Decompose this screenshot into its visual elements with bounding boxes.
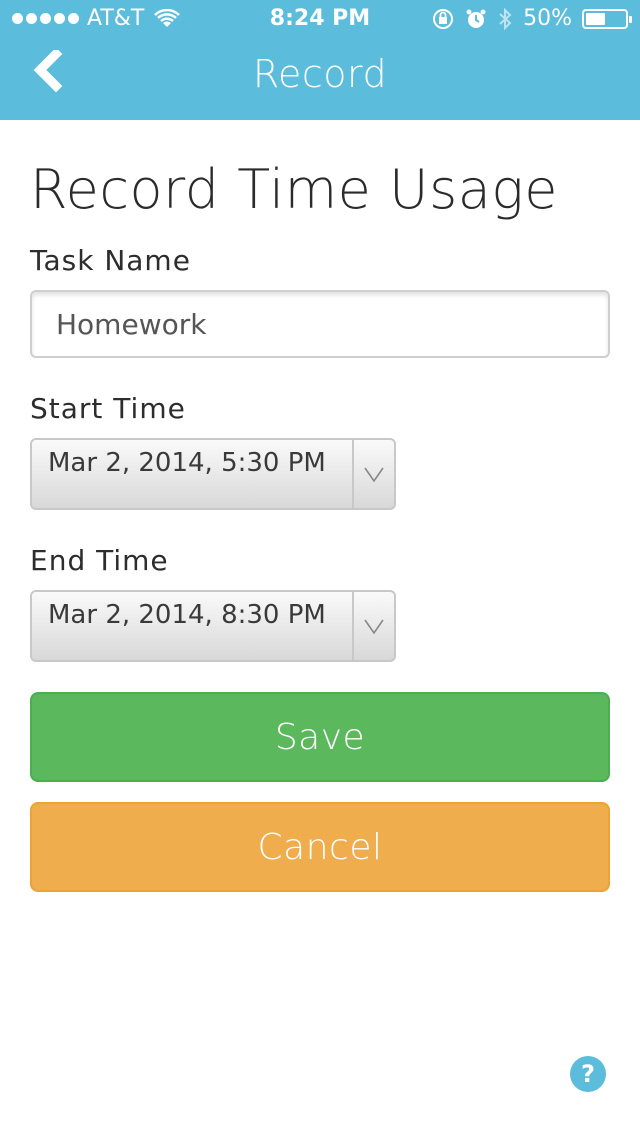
battery-percent: 50%	[523, 6, 572, 31]
cancel-button[interactable]: Cancel	[30, 802, 610, 892]
end-time-label: End Time	[30, 544, 169, 577]
end-time-dropdown[interactable]	[352, 592, 394, 660]
task-name-label: Task Name	[30, 244, 191, 277]
start-time-label: Start Time	[30, 392, 186, 425]
battery-fill	[586, 12, 605, 25]
rotation-lock-icon	[433, 8, 454, 29]
question-icon: ?	[581, 1060, 595, 1088]
start-time-value: Mar 2, 2014, 5:30 PM	[48, 448, 326, 478]
battery-icon	[582, 8, 632, 29]
task-name-input[interactable]	[30, 290, 610, 358]
chevron-down-icon	[364, 467, 384, 483]
start-time-dropdown[interactable]	[352, 440, 394, 508]
end-time-select[interactable]: Mar 2, 2014, 8:30 PM	[30, 590, 396, 662]
help-button[interactable]: ?	[570, 1056, 606, 1092]
header-bar: AT&T 8:24 PM 50% Record	[0, 0, 640, 120]
status-right: 50%	[431, 6, 632, 31]
save-button[interactable]: Save	[30, 692, 610, 782]
status-bar: AT&T 8:24 PM 50%	[0, 0, 640, 40]
nav-title: Record	[252, 52, 388, 96]
page-title: Record Time Usage	[30, 158, 558, 221]
alarm-icon	[466, 9, 486, 28]
start-time-select[interactable]: Mar 2, 2014, 5:30 PM	[30, 438, 396, 510]
chevron-down-icon	[364, 619, 384, 635]
bluetooth-icon	[499, 7, 512, 30]
end-time-value: Mar 2, 2014, 8:30 PM	[48, 600, 326, 630]
